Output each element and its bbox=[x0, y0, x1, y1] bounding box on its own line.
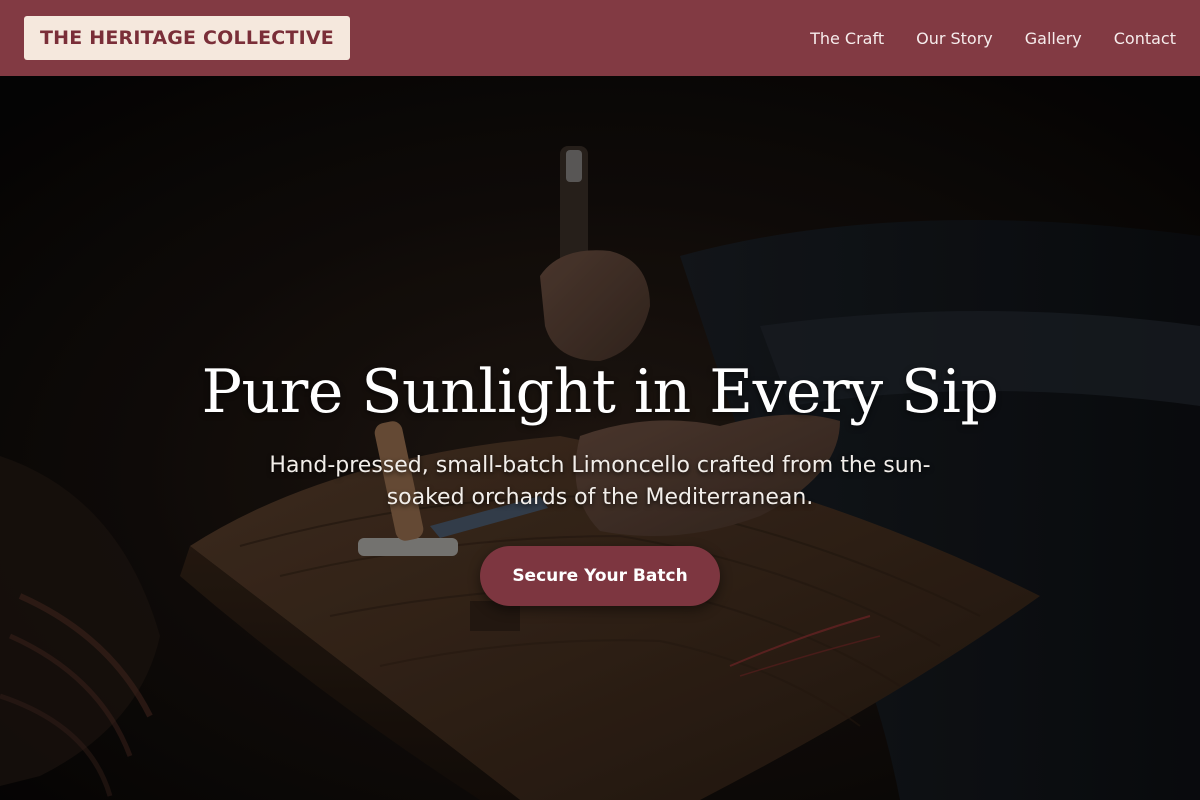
nav-link-gallery[interactable]: Gallery bbox=[1025, 29, 1082, 48]
nav-link-the-craft[interactable]: The Craft bbox=[810, 29, 884, 48]
nav-link-contact[interactable]: Contact bbox=[1114, 29, 1176, 48]
hero-subtitle: Hand-pressed, small-batch Limoncello cra… bbox=[269, 453, 931, 510]
hero-title: Pure Sunlight in Every Sip bbox=[201, 357, 999, 427]
main-nav: The Craft Our Story Gallery Contact bbox=[810, 29, 1176, 48]
hero-content: Pure Sunlight in Every Sip Hand-pressed,… bbox=[0, 352, 1200, 606]
hero-section: Pure Sunlight in Every Sip Hand-pressed,… bbox=[0, 76, 1200, 800]
site-header: THE HERITAGE COLLECTIVE The Craft Our St… bbox=[0, 0, 1200, 76]
brand-logo[interactable]: THE HERITAGE COLLECTIVE bbox=[24, 16, 350, 60]
nav-link-our-story[interactable]: Our Story bbox=[916, 29, 993, 48]
secure-batch-button[interactable]: Secure Your Batch bbox=[480, 546, 720, 606]
landing-page: THE HERITAGE COLLECTIVE The Craft Our St… bbox=[0, 0, 1200, 800]
